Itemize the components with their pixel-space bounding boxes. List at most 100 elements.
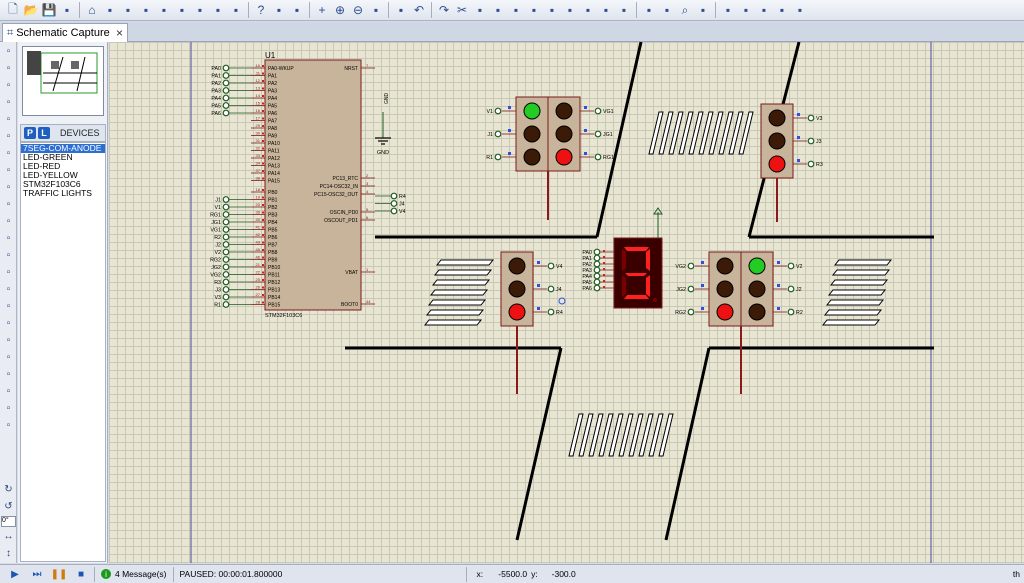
- terminal[interactable]: [222, 233, 230, 241]
- device-pin-icon[interactable]: ▫: [1, 180, 16, 195]
- messages-count[interactable]: 4 Message(s): [115, 569, 167, 579]
- tape-icon[interactable]: ▫: [1, 214, 16, 229]
- bus-icon[interactable]: ▫: [1, 129, 16, 144]
- component-icon[interactable]: ▪: [174, 2, 190, 18]
- undo-icon[interactable]: ↶: [411, 2, 427, 18]
- rotate-cw-icon[interactable]: ↻: [1, 482, 16, 497]
- remove-sheet-icon[interactable]: ▪: [738, 2, 754, 18]
- selection-icon[interactable]: ▫: [1, 44, 16, 59]
- back-icon[interactable]: ▪: [156, 2, 172, 18]
- origin-icon[interactable]: ▪: [120, 2, 136, 18]
- rotation-field[interactable]: 0°: [1, 516, 16, 527]
- terminal[interactable]: [222, 102, 230, 109]
- terminal[interactable]: [787, 285, 795, 293]
- terminal[interactable]: [547, 308, 555, 316]
- terminal[interactable]: [787, 308, 795, 316]
- terminal[interactable]: [222, 72, 230, 79]
- terminal-icon[interactable]: ▫: [1, 163, 16, 178]
- pick-device-button[interactable]: P: [24, 127, 36, 139]
- terminal[interactable]: [807, 114, 815, 122]
- zoom-area-icon[interactable]: ▪: [393, 2, 409, 18]
- terminal[interactable]: [222, 241, 230, 248]
- make-device-icon[interactable]: ▪: [598, 2, 614, 18]
- junction-icon[interactable]: ▫: [1, 78, 16, 93]
- zoom-out-icon[interactable]: ⊖: [350, 2, 366, 18]
- terminal[interactable]: [787, 262, 795, 270]
- terminal[interactable]: [222, 263, 230, 271]
- redo-icon[interactable]: ↷: [436, 2, 452, 18]
- terminal[interactable]: [222, 203, 230, 211]
- terminal[interactable]: [222, 301, 230, 308]
- property-tool-icon[interactable]: ▪: [695, 2, 711, 18]
- terminal[interactable]: [547, 262, 555, 270]
- terminal[interactable]: [547, 285, 555, 293]
- page-icon[interactable]: ▪: [210, 2, 226, 18]
- voltage-probe-icon[interactable]: ▫: [1, 248, 16, 263]
- zoom-fit-icon[interactable]: ▪: [368, 2, 384, 18]
- block-copy-icon[interactable]: ▪: [508, 2, 524, 18]
- generator-icon[interactable]: ▫: [1, 231, 16, 246]
- component-icon[interactable]: ▫: [1, 61, 16, 76]
- help-icon[interactable]: ?: [253, 2, 269, 18]
- terminal[interactable]: [687, 308, 695, 316]
- terminal[interactable]: [687, 262, 695, 270]
- home-icon[interactable]: ⌂: [84, 2, 100, 18]
- terminal[interactable]: [390, 192, 398, 200]
- current-probe-icon[interactable]: ▫: [1, 265, 16, 280]
- terminal[interactable]: [222, 278, 230, 286]
- terminal[interactable]: [390, 200, 398, 207]
- grid-toggle-icon[interactable]: ▪: [289, 2, 305, 18]
- overview-window[interactable]: [22, 46, 104, 116]
- wire-label-icon[interactable]: ▫: [1, 95, 16, 110]
- netlist-icon[interactable]: ▪: [756, 2, 772, 18]
- graph-icon[interactable]: ▫: [1, 197, 16, 212]
- open-folder-icon[interactable]: 📂: [23, 2, 39, 18]
- new-file-icon[interactable]: 🗋: [5, 2, 21, 18]
- terminal[interactable]: [222, 248, 230, 256]
- tab-close-icon[interactable]: ×: [116, 26, 123, 40]
- symbol-icon[interactable]: ▫: [1, 401, 16, 416]
- pdf-icon[interactable]: ▪: [192, 2, 208, 18]
- terminal[interactable]: [807, 137, 815, 145]
- cross-icon[interactable]: +: [314, 2, 330, 18]
- library-button[interactable]: L: [38, 127, 50, 139]
- pick-icon[interactable]: ▪: [580, 2, 596, 18]
- pin-icon[interactable]: ▪: [138, 2, 154, 18]
- block-delete-icon[interactable]: ▪: [562, 2, 578, 18]
- terminal[interactable]: [222, 87, 230, 94]
- text-script-icon[interactable]: ▫: [1, 112, 16, 127]
- terminal[interactable]: [494, 107, 502, 115]
- decompose-icon[interactable]: ▪: [641, 2, 657, 18]
- terminal[interactable]: [593, 254, 601, 262]
- terminal[interactable]: [593, 278, 601, 286]
- circle-icon[interactable]: ▫: [1, 333, 16, 348]
- terminal[interactable]: [594, 107, 602, 115]
- mirror-x-icon[interactable]: ↔: [1, 529, 16, 544]
- mirror-y-icon[interactable]: ↕: [1, 546, 16, 561]
- terminal[interactable]: [222, 94, 230, 102]
- grid-icon[interactable]: ▪: [102, 2, 118, 18]
- terminal[interactable]: [390, 207, 398, 215]
- pause-button[interactable]: ❚❚: [51, 567, 68, 581]
- arc-icon[interactable]: ▫: [1, 350, 16, 365]
- terminal[interactable]: [593, 284, 601, 292]
- bom-icon[interactable]: ▪: [774, 2, 790, 18]
- terminal[interactable]: [593, 260, 601, 268]
- tab-schematic-capture[interactable]: ⌗ Schematic Capture ×: [2, 23, 128, 42]
- device-item[interactable]: TRAFFIC LIGHTS: [21, 189, 105, 198]
- schematic-canvas[interactable]: U1 STM32F103C6 PA0-WKUP 10 PA1 11 PA2 12 PA3 13 PA…: [109, 42, 1024, 563]
- terminal[interactable]: [222, 293, 230, 301]
- terminal[interactable]: [593, 272, 601, 280]
- block-rotate-icon[interactable]: ▪: [544, 2, 560, 18]
- terminal[interactable]: [222, 79, 230, 87]
- terminal[interactable]: [222, 256, 230, 263]
- box-icon[interactable]: ▫: [1, 316, 16, 331]
- import-icon[interactable]: ▪: [59, 2, 75, 18]
- step-button[interactable]: ⏭: [30, 567, 44, 581]
- terminal[interactable]: [594, 153, 602, 161]
- terminal[interactable]: [494, 153, 502, 161]
- block-move-icon[interactable]: ▪: [526, 2, 542, 18]
- marker-icon[interactable]: ▫: [1, 418, 16, 433]
- save-icon[interactable]: 💾: [41, 2, 57, 18]
- package-icon[interactable]: ▪: [616, 2, 632, 18]
